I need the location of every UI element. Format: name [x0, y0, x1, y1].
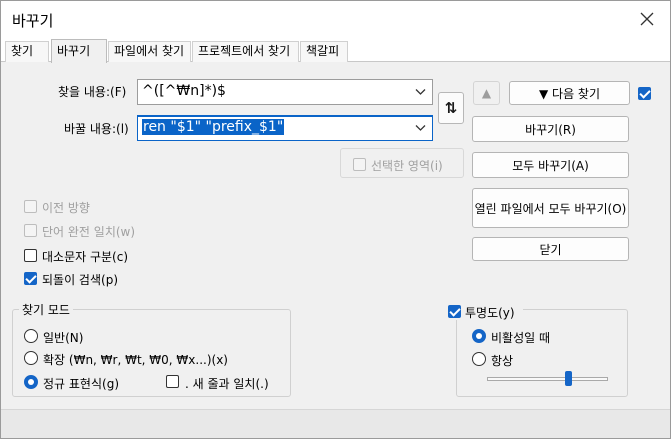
- close-window-button[interactable]: [632, 5, 662, 33]
- backward-direction-checkbox[interactable]: [24, 200, 37, 213]
- status-bar: [1, 409, 670, 438]
- window-title: 바꾸기: [12, 12, 54, 30]
- find-previous-button[interactable]: ▲: [473, 81, 500, 105]
- match-case-checkbox[interactable]: [24, 249, 37, 262]
- dot-matches-newline-checkbox[interactable]: [166, 375, 179, 388]
- mode-regex-radio[interactable]: [24, 375, 38, 389]
- chevron-down-icon[interactable]: [415, 88, 426, 96]
- transparency-on-lose-focus-radio[interactable]: [472, 329, 486, 343]
- mode-normal-radio[interactable]: [24, 329, 38, 343]
- find-input[interactable]: ^([^₩n]*)$: [137, 79, 433, 105]
- close-button[interactable]: 닫기: [472, 237, 629, 261]
- replace-button[interactable]: 바꾸기(R): [472, 116, 629, 142]
- replace-all-button[interactable]: 모두 바꾸기(A): [472, 152, 629, 178]
- whole-word-label: 단어 완전 일치(w): [42, 225, 136, 239]
- tab-find-in-projects[interactable]: 프로젝트에서 찾기: [192, 41, 299, 62]
- mode-normal-label: 일반(N): [43, 331, 84, 345]
- transparency-label: 투명도(y): [465, 306, 515, 320]
- find-value: ^([^₩n]*)$: [142, 83, 226, 99]
- title-bar: 바꾸기: [1, 1, 670, 39]
- mode-extended-radio[interactable]: [24, 351, 38, 365]
- transparency-slider-thumb[interactable]: [565, 371, 572, 386]
- replace-input[interactable]: ren "$1" "prefix_$1": [137, 115, 433, 141]
- replace-value: ren "$1" "prefix_$1": [142, 119, 285, 135]
- tab-bookmarks[interactable]: 책갈피: [300, 41, 348, 62]
- tab-replace[interactable]: 바꾸기: [51, 39, 107, 63]
- dot-matches-newline-label: . 새 줄과 일치(.): [185, 377, 269, 391]
- close-icon: [640, 12, 654, 26]
- find-next-checkbox[interactable]: [638, 87, 651, 100]
- tab-strip: 찾기 바꾸기 파일에서 찾기 프로젝트에서 찾기 책갈피: [1, 39, 670, 63]
- search-mode-title: 찾기 모드: [19, 301, 73, 318]
- mode-extended-label: 확장 (₩n, ₩r, ₩t, ₩0, ₩x...)(x): [43, 353, 228, 367]
- in-selection-checkbox[interactable]: [353, 158, 366, 171]
- tab-find[interactable]: 찾기: [5, 41, 49, 62]
- mode-regex-label: 정규 표현식(g): [43, 377, 119, 391]
- swap-arrows-icon: ⇅: [444, 99, 458, 117]
- replace-all-open-docs-button[interactable]: 열린 파일에서 모두 바꾸기(O): [472, 188, 629, 228]
- transparency-slider-track[interactable]: [487, 377, 608, 381]
- transparency-checkbox[interactable]: [448, 305, 461, 318]
- swap-values-button[interactable]: ⇅: [438, 92, 464, 124]
- in-selection-label: 선택한 영역(i): [371, 159, 443, 173]
- backward-direction-label: 이전 방향: [42, 201, 90, 215]
- wrap-around-label: 되돌이 검색(p): [42, 273, 118, 287]
- find-label: 찾을 내용:(F): [58, 85, 127, 99]
- find-next-button[interactable]: ▼ 다음 찾기: [509, 81, 630, 105]
- up-arrow-icon: ▲: [481, 86, 492, 100]
- transparency-always-radio[interactable]: [472, 352, 486, 366]
- wrap-around-checkbox[interactable]: [24, 272, 37, 285]
- whole-word-checkbox[interactable]: [24, 224, 37, 237]
- transparency-always-label: 항상: [491, 354, 514, 368]
- match-case-label: 대소문자 구분(c): [42, 250, 129, 264]
- tab-find-in-files[interactable]: 파일에서 찾기: [108, 41, 191, 62]
- replace-dialog: 바꾸기 찾기 바꾸기 파일에서 찾기 프로젝트에서 찾기 책갈피 찾을 내용:(…: [0, 0, 671, 439]
- transparency-on-lose-focus-label: 비활성일 때: [491, 331, 551, 345]
- chevron-down-icon[interactable]: [415, 124, 426, 132]
- replace-label: 바꿀 내용:(l): [64, 122, 129, 136]
